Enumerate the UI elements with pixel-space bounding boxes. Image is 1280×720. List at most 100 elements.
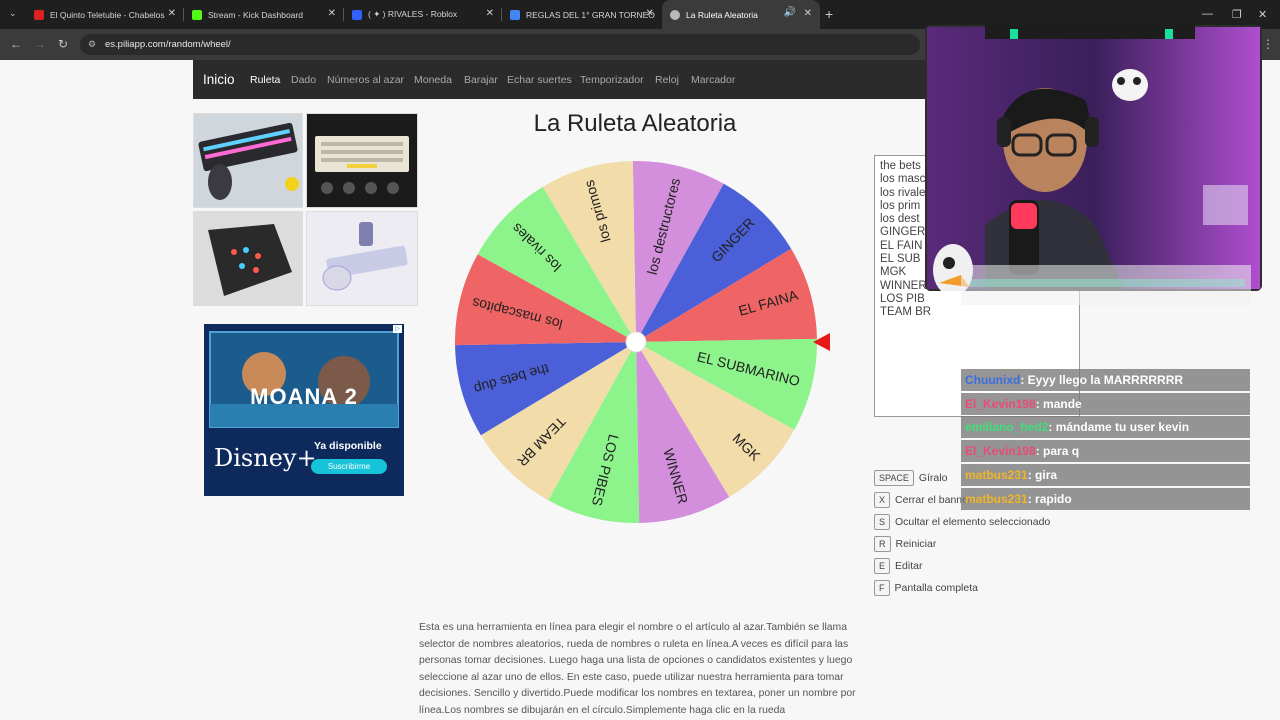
nav-link-moneda[interactable]: Moneda bbox=[414, 74, 452, 86]
page-title: La Ruleta Aleatoria bbox=[533, 110, 737, 137]
shortcut-key: S bbox=[874, 514, 891, 530]
streamer-webcam-image bbox=[925, 25, 1262, 291]
shortcut-label: Ocultar el elemento seleccionado bbox=[895, 516, 1051, 528]
browser-tab-3[interactable]: ( ✦ ) RIVALES - Roblox ✕ bbox=[344, 0, 502, 29]
nav-link-ruleta[interactable]: Ruleta bbox=[250, 74, 280, 86]
chat-text: : Eyyy llego la MARRRRRRR bbox=[1020, 373, 1184, 387]
ad-tagline: Ya disponible bbox=[314, 440, 382, 452]
browser-tab-1[interactable]: El Quinto Teletubie - Chabelos ✕ bbox=[26, 0, 184, 29]
keyboard-image bbox=[307, 114, 417, 207]
shortcut-key: SPACE bbox=[874, 470, 914, 486]
window-close-icon[interactable]: ✕ bbox=[1258, 8, 1267, 21]
back-icon[interactable]: ← bbox=[10, 37, 22, 51]
tab-title: El Quinto Teletubie - Chabelos bbox=[50, 9, 165, 20]
shortcut-key: R bbox=[874, 536, 891, 552]
shortcut-label: Editar bbox=[895, 560, 923, 572]
ad-choices-icon[interactable]: ▷ bbox=[393, 325, 402, 333]
piliapp-icon bbox=[670, 9, 680, 20]
tab-title: REGLAS DEL 1° GRAN TORNEO bbox=[526, 9, 655, 20]
browser-menu-icon[interactable]: ⋮ bbox=[1262, 37, 1274, 51]
tab-title: La Ruleta Aleatoria bbox=[686, 9, 758, 20]
disney-plus-logo: Disney+ bbox=[214, 444, 317, 472]
ad-movie-title: MOANA 2 bbox=[250, 384, 358, 409]
nav-link-marcador[interactable]: Marcador bbox=[691, 74, 735, 86]
product-image-headset[interactable] bbox=[306, 211, 418, 306]
site-info-icon[interactable]: ⚙ bbox=[88, 34, 96, 55]
url-text: es.piliapp.com/random/wheel/ bbox=[105, 39, 231, 50]
browser-tab-5[interactable]: La Ruleta Aleatoria 🔊 ✕ bbox=[662, 0, 820, 29]
close-icon[interactable]: ✕ bbox=[168, 8, 176, 19]
chat-message: matbus231: rapido bbox=[961, 487, 1250, 510]
chat-text: : para q bbox=[1035, 444, 1080, 459]
chat-text: : mande bbox=[1035, 396, 1082, 411]
close-icon[interactable]: ✕ bbox=[804, 8, 812, 19]
shortcut-row: R Reiniciar bbox=[874, 536, 936, 552]
audio-icon[interactable]: 🔊 bbox=[784, 7, 796, 18]
close-icon[interactable]: ✕ bbox=[646, 8, 654, 19]
close-icon[interactable]: ✕ bbox=[328, 8, 336, 19]
chat-username: matbus231 bbox=[965, 467, 1028, 482]
close-icon[interactable]: ✕ bbox=[486, 8, 494, 19]
webcam-overlay bbox=[925, 25, 1262, 291]
chat-username: emiliano_hed2 bbox=[965, 420, 1049, 435]
product-image-keyboard-2[interactable] bbox=[306, 113, 418, 208]
restore-icon[interactable]: ❐ bbox=[1232, 8, 1242, 21]
product-image-keyboard[interactable] bbox=[193, 113, 303, 208]
tab-title: ( ✦ ) RIVALES - Roblox bbox=[368, 9, 458, 19]
forward-icon[interactable]: → bbox=[34, 37, 46, 51]
shortcut-label: Pantalla completa bbox=[894, 582, 978, 594]
shortcut-row: E Editar bbox=[874, 558, 922, 574]
site-navigation: Inicio Ruleta Dado Números al azar Moned… bbox=[193, 60, 925, 99]
ad-subscribe-button[interactable]: Suscribirme bbox=[311, 459, 387, 474]
names-line: TEAM BR bbox=[880, 306, 932, 319]
shortcut-label: Cerrar el banner bbox=[895, 494, 972, 506]
site-home-link[interactable]: Inicio bbox=[203, 72, 235, 87]
chat-username: El_Kevin198 bbox=[965, 444, 1036, 459]
chat-username: Chuunixd bbox=[965, 373, 1021, 387]
kick-icon bbox=[192, 9, 202, 20]
tab-title: Stream - Kick Dashboard bbox=[208, 9, 303, 20]
shortcut-row: X Cerrar el banner bbox=[874, 492, 971, 508]
chat-message: emiliano_hed2: mándame tu user kevin bbox=[961, 416, 1250, 439]
headset-image bbox=[307, 212, 417, 305]
minimize-icon[interactable]: — bbox=[1202, 8, 1213, 20]
shortcut-label: Reiniciar bbox=[895, 538, 937, 550]
shortcut-row: SPACE Gíralo bbox=[874, 470, 947, 486]
nav-link-reloj[interactable]: Reloj bbox=[655, 74, 679, 86]
chat-message: El_Kevin198: mande bbox=[961, 392, 1250, 415]
roulette-wheel[interactable]: los destructores GINGEREL FAINAEL SUBMARI… bbox=[455, 153, 835, 533]
shortcut-key: X bbox=[874, 492, 891, 508]
youtube-icon bbox=[34, 9, 44, 20]
product-image-keypad[interactable] bbox=[193, 211, 303, 306]
docs-icon bbox=[510, 9, 520, 20]
shortcut-key: F bbox=[874, 580, 890, 596]
nav-link-echar-suertes[interactable]: Echar suertes bbox=[507, 74, 572, 86]
roblox-icon bbox=[352, 9, 362, 20]
description-text: Esta es una herramienta en línea para el… bbox=[419, 622, 856, 716]
nav-link-dado[interactable]: Dado bbox=[291, 74, 316, 86]
ad-banner[interactable]: MOANA 2 Disney+ Ya disponible Suscribirm… bbox=[204, 324, 404, 496]
tab-search-icon[interactable]: ⌄ bbox=[9, 8, 17, 19]
shortcut-key: E bbox=[874, 558, 891, 574]
nav-link-barajar[interactable]: Barajar bbox=[464, 74, 498, 86]
chat-username: El_Kevin198 bbox=[965, 396, 1036, 411]
chat-message: El_Kevin198: para q bbox=[961, 440, 1250, 463]
keypad-image bbox=[194, 212, 302, 305]
shortcut-row: F Pantalla completa bbox=[874, 580, 978, 596]
browser-tab-2[interactable]: Stream - Kick Dashboard ✕ bbox=[184, 0, 344, 29]
nav-link-temporizador[interactable]: Temporizador bbox=[580, 74, 644, 86]
chat-text: : gira bbox=[1027, 467, 1058, 482]
browser-tab-4[interactable]: REGLAS DEL 1° GRAN TORNEO ✕ bbox=[502, 0, 662, 29]
new-tab-icon[interactable]: + bbox=[825, 6, 833, 22]
url-field[interactable]: ⚙ es.piliapp.com/random/wheel/ bbox=[80, 34, 920, 55]
chat-message: matbus231: gira bbox=[961, 463, 1250, 486]
keyboard-image bbox=[194, 114, 302, 207]
nav-link-numeros[interactable]: Números al azar bbox=[327, 74, 404, 86]
shortcut-label: Gíralo bbox=[918, 472, 948, 484]
chat-text: : rapido bbox=[1027, 491, 1072, 506]
wheel-hub bbox=[625, 331, 647, 353]
chat-text: : mándame tu user kevin bbox=[1048, 420, 1190, 435]
shortcut-row: S Ocultar el elemento seleccionado bbox=[874, 514, 1050, 530]
chat-overlay-header bbox=[961, 265, 1251, 305]
reload-icon[interactable]: ↻ bbox=[58, 37, 68, 51]
